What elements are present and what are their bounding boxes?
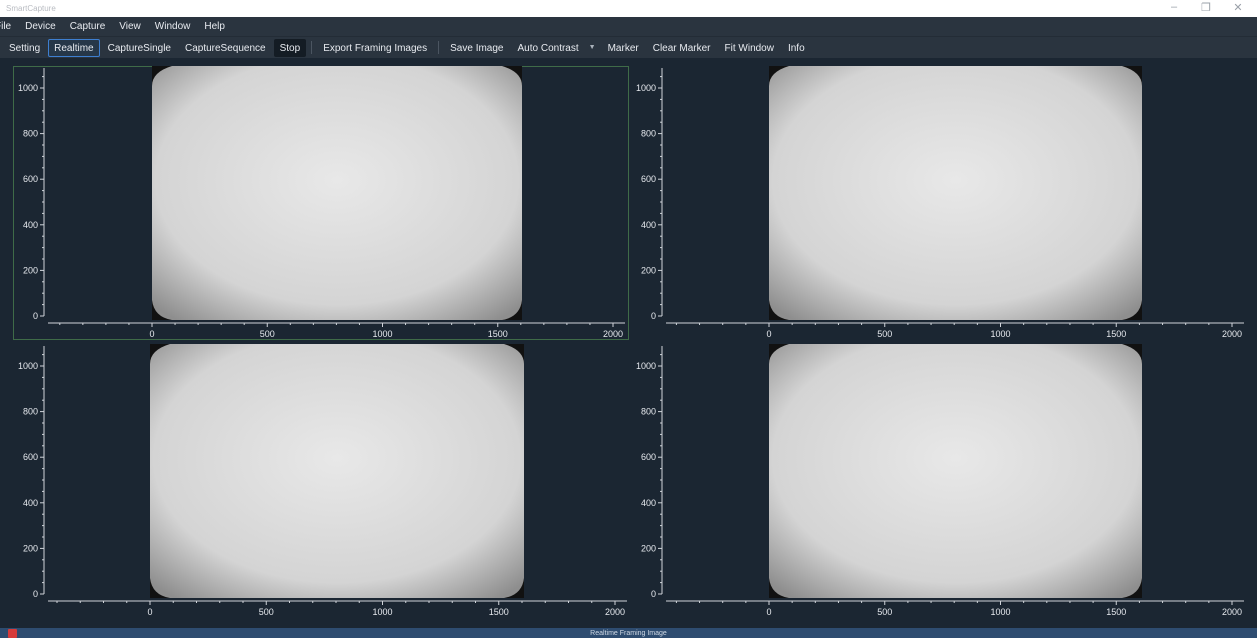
y-tick-label: 1000	[636, 361, 656, 371]
x-tick-label: 1000	[990, 607, 1010, 617]
export-framing-images-button[interactable]: Export Framing Images	[317, 39, 433, 57]
image-plot-1[interactable]: 0 200 400 600 800 1000 0 500 1000 1500 2000	[18, 66, 625, 339]
window-controls: – ❐ ✕	[1169, 1, 1243, 14]
title-bar: SmartCapture – ❐ ✕	[0, 0, 1257, 17]
x-tick-label: 500	[259, 607, 274, 617]
auto-contrast-button[interactable]: Auto Contrast	[512, 39, 585, 57]
restore-icon[interactable]: ❐	[1201, 1, 1211, 14]
captured-image	[769, 344, 1142, 598]
x-tick-label: 500	[260, 329, 275, 339]
y-tick-label: 800	[23, 407, 38, 417]
y-tick-label: 600	[641, 452, 656, 462]
auto-contrast-dropdown-icon[interactable]: ▼	[589, 44, 596, 51]
y-tick-label: 400	[641, 220, 656, 230]
image-plots: 020040060080010000 500 1000 1500 20000200400…	[18, 66, 1244, 617]
x-tick-label: 0	[766, 607, 771, 617]
y-tick-label: 200	[641, 543, 656, 553]
y-tick-label: 1000	[636, 83, 656, 93]
y-tick-label: 0	[33, 311, 38, 321]
x-tick-label: 500	[877, 607, 892, 617]
stop-button[interactable]: Stop	[273, 38, 307, 57]
y-tick-label: 200	[23, 265, 38, 275]
y-tick-label: 0	[651, 311, 656, 321]
capture-single-button[interactable]: CaptureSingle	[102, 39, 177, 57]
x-tick-label: 1000	[372, 329, 392, 339]
y-tick-label: 800	[23, 129, 38, 139]
window-title: SmartCapture	[6, 4, 56, 13]
menu-bar: File Device Capture View Window Help	[0, 17, 1257, 36]
menu-window[interactable]: Window	[148, 21, 198, 32]
x-tick-label: 2000	[1222, 329, 1242, 339]
setting-button[interactable]: Setting	[3, 39, 46, 57]
capture-sequence-button[interactable]: CaptureSequence	[179, 39, 272, 57]
marker-button[interactable]: Marker	[602, 39, 645, 57]
y-tick-label: 400	[641, 498, 656, 508]
status-bar: Realtime Framing Image	[0, 628, 1257, 638]
y-tick-label: 200	[23, 543, 38, 553]
image-workspace: 0 200 400 600 800 1000 0 500 1000 1500 2000 0 200 400…	[0, 58, 1257, 628]
y-tick-label: 800	[641, 407, 656, 417]
x-tick-label: 2000	[603, 329, 623, 339]
close-icon[interactable]: ✕	[1233, 1, 1243, 14]
menu-help[interactable]: Help	[197, 21, 232, 32]
info-button[interactable]: Info	[782, 39, 811, 57]
x-tick-label: 0	[147, 607, 152, 617]
x-tick-label: 0	[766, 329, 771, 339]
toolbar: Setting Realtime CaptureSingle CaptureSe…	[0, 36, 1257, 58]
y-tick-label: 400	[23, 498, 38, 508]
x-tick-label: 1500	[489, 607, 509, 617]
x-tick-label: 500	[877, 329, 892, 339]
y-tick-label: 800	[641, 129, 656, 139]
x-tick-label: 1500	[1106, 329, 1126, 339]
image-plot-2[interactable]: 0 200 400 600 800 1000 0 500 1000 1500 2000	[636, 66, 1244, 339]
x-tick-label: 1000	[372, 607, 392, 617]
x-tick-label: 0	[149, 329, 154, 339]
captured-image	[152, 66, 522, 320]
y-tick-label: 1000	[18, 83, 38, 93]
image-plot-3[interactable]: 0 200 400 600 800 1000 0 500 1000 1500 2000	[18, 344, 627, 617]
menu-file[interactable]: File	[0, 21, 18, 32]
toolbar-separator	[438, 41, 440, 54]
x-tick-label: 1000	[990, 329, 1010, 339]
captured-image	[150, 344, 524, 598]
save-image-button[interactable]: Save Image	[444, 39, 509, 57]
x-tick-label: 2000	[605, 607, 625, 617]
x-tick-label: 1500	[488, 329, 508, 339]
clear-marker-button[interactable]: Clear Marker	[647, 39, 717, 57]
y-tick-label: 0	[33, 589, 38, 599]
y-tick-label: 400	[23, 220, 38, 230]
x-tick-label: 1500	[1106, 607, 1126, 617]
y-tick-label: 0	[651, 589, 656, 599]
y-tick-label: 200	[641, 265, 656, 275]
captured-image	[769, 66, 1142, 320]
menu-capture[interactable]: Capture	[63, 21, 113, 32]
status-text: Realtime Framing Image	[590, 630, 667, 637]
image-plot-4[interactable]: 0 200 400 600 800 1000 0 500 1000 1500 2000	[636, 344, 1244, 617]
x-tick-label: 2000	[1222, 607, 1242, 617]
toolbar-separator	[311, 41, 313, 54]
y-tick-label: 1000	[18, 361, 38, 371]
menu-device[interactable]: Device	[18, 21, 63, 32]
menu-view[interactable]: View	[112, 21, 148, 32]
fit-window-button[interactable]: Fit Window	[719, 39, 780, 57]
y-tick-label: 600	[23, 452, 38, 462]
y-tick-label: 600	[641, 174, 656, 184]
y-tick-label: 600	[23, 174, 38, 184]
realtime-button[interactable]: Realtime	[48, 38, 100, 57]
minimize-icon[interactable]: –	[1169, 1, 1179, 14]
